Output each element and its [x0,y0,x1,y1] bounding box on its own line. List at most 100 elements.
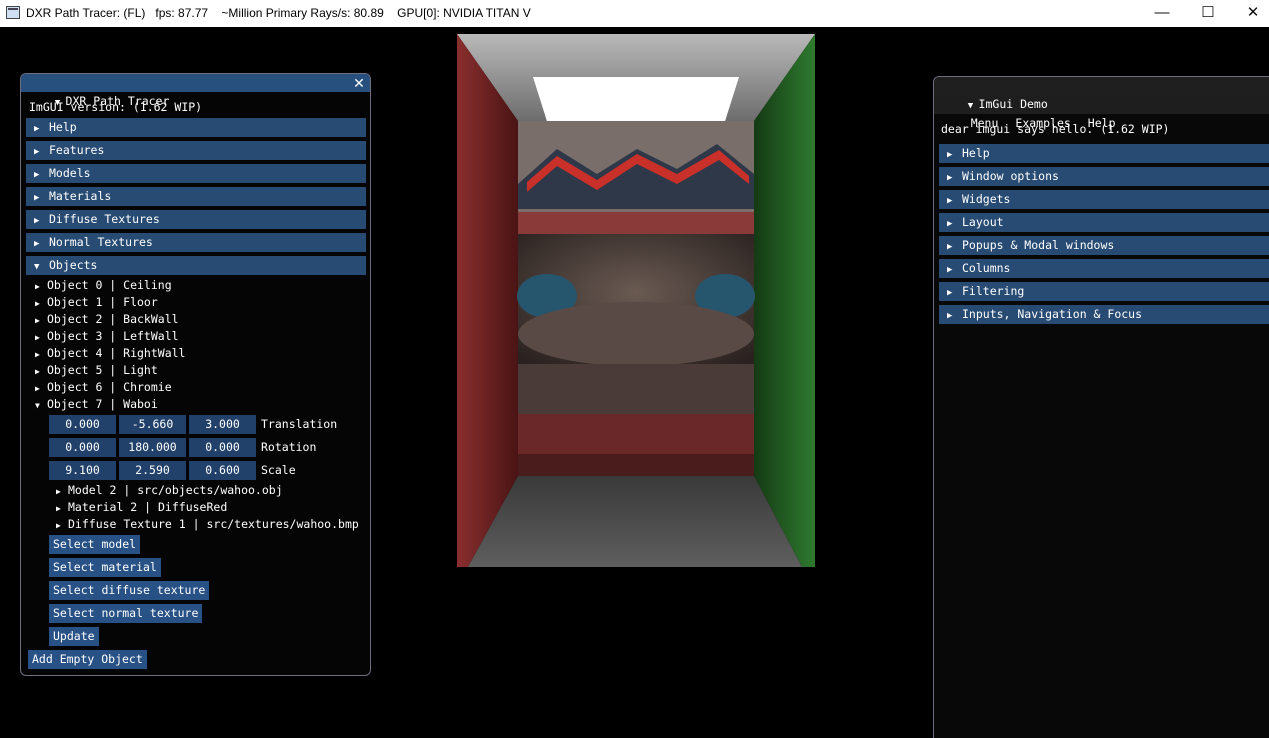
expand-arrow-icon: ▶ [947,288,953,298]
scale-y-field[interactable]: 2.590 [119,461,186,480]
tree-node-label: Object 4 | RightWall [47,346,186,360]
select-material-button[interactable]: Select material [49,558,161,577]
expand-arrow-icon: ▶ [947,150,953,160]
expand-arrow-icon: ▶ [947,242,953,252]
path-tracer-titlebar[interactable]: ▼ DXR Path Tracer [21,74,370,108]
tree-node-label: Object 0 | Ceiling [47,278,172,292]
tree-node-object-1[interactable]: ▶ Object 1 | Floor [35,294,158,312]
translation-x-field[interactable]: 0.000 [49,415,116,434]
header-label: Columns [962,261,1011,275]
header-label: Diffuse Textures [49,212,160,226]
header-normal-textures[interactable]: ▶ Normal Textures [26,233,366,252]
expand-arrow-icon: ▶ [35,384,40,393]
expand-arrow-icon: ▶ [947,173,953,183]
rotation-label: Rotation [261,440,317,454]
tree-node-label: Object 5 | Light [47,363,158,377]
select-diffuse-texture-button[interactable]: Select diffuse texture [49,581,210,600]
demo-header-layout[interactable]: ▶ Layout [939,213,1269,232]
expand-arrow-icon: ▶ [34,239,40,249]
header-label: Widgets [962,192,1011,206]
left-wall [457,34,518,567]
select-model-button[interactable]: Select model [49,535,141,554]
tree-node-label: Object 3 | LeftWall [47,329,179,343]
tree-node-model[interactable]: ▶ Model 2 | src/objects/wahoo.obj [56,482,283,500]
rotation-y-field[interactable]: 180.000 [119,438,186,457]
path-tracer-panel: ▼ DXR Path Tracer ✕ ImGUI version: (1.62… [20,73,371,676]
expand-arrow-icon: ▶ [56,504,61,513]
scale-x-field[interactable]: 9.100 [49,461,116,480]
expand-arrow-icon: ▶ [947,311,953,321]
header-label: Help [962,146,990,160]
tree-node-object-3[interactable]: ▶ Object 3 | LeftWall [35,328,179,346]
close-icon[interactable]: ✕ [352,75,366,93]
app-icon [6,6,20,19]
demo-header-widgets[interactable]: ▶ Widgets [939,190,1269,209]
expand-arrow-icon: ▶ [947,219,953,229]
minimize-button[interactable]: — [1139,0,1185,27]
scale-label: Scale [261,463,296,477]
tree-node-label: Object 1 | Floor [47,295,158,309]
demo-header-window-options[interactable]: ▶ Window options [939,167,1269,186]
expand-arrow-icon: ▶ [34,216,40,226]
header-label: Objects [49,258,98,272]
expand-arrow-icon: ▶ [35,282,40,291]
header-materials[interactable]: ▶ Materials [26,187,366,206]
window-titlebar: DXR Path Tracer: (FL) fps: 87.77 ~Millio… [0,0,1269,27]
header-objects[interactable]: ▼ Objects [26,256,366,275]
tree-node-label: Object 7 | Waboi [47,397,158,411]
expand-arrow-icon: ▶ [35,333,40,342]
expand-arrow-icon: ▶ [34,193,40,203]
header-features[interactable]: ▶ Features [26,141,366,160]
header-label: Materials [49,189,112,203]
tree-node-object-4[interactable]: ▶ Object 4 | RightWall [35,345,185,363]
collapse-arrow-icon: ▼ [34,262,40,272]
tree-node-label: Object 6 | Chromie [47,380,172,394]
rotation-z-field[interactable]: 0.000 [189,438,256,457]
rotation-x-field[interactable]: 0.000 [49,438,116,457]
tree-node-object-5[interactable]: ▶ Object 5 | Light [35,362,158,380]
tree-node-material[interactable]: ▶ Material 2 | DiffuseRed [56,499,227,517]
demo-header-filtering[interactable]: ▶ Filtering [939,282,1269,301]
header-label: Features [49,143,105,157]
maximize-button[interactable]: ☐ [1185,0,1231,27]
demo-titlebar[interactable]: ▼ ImGui Demo [934,77,1269,111]
translation-label: Translation [261,417,338,431]
header-models[interactable]: ▶ Models [26,164,366,183]
header-help[interactable]: ▶ Help [26,118,366,137]
expand-arrow-icon: ▶ [35,350,40,359]
tree-node-diffuse-texture[interactable]: ▶ Diffuse Texture 1 | src/textures/wahoo.… [56,516,359,534]
window-title: DXR Path Tracer: (FL) fps: 87.77 ~Millio… [26,6,531,20]
demo-header-help[interactable]: ▶ Help [939,144,1269,163]
floor [468,476,802,567]
header-label: Models [49,166,91,180]
tree-node-object-0[interactable]: ▶ Object 0 | Ceiling [35,277,172,295]
tree-node-label: Model 2 | src/objects/wahoo.obj [68,483,283,497]
render-viewport [457,34,815,567]
header-diffuse-textures[interactable]: ▶ Diffuse Textures [26,210,366,229]
header-label: Help [49,120,77,134]
translation-z-field[interactable]: 3.000 [189,415,256,434]
tree-node-object-2[interactable]: ▶ Object 2 | BackWall [35,311,179,329]
waboi-model [517,121,755,476]
expand-arrow-icon: ▶ [947,196,953,206]
tree-node-label: Diffuse Texture 1 | src/textures/wahoo.b… [68,517,359,531]
header-label: Popups & Modal windows [962,238,1115,252]
tree-node-object-7[interactable]: ▼ Object 7 | Waboi [35,396,158,414]
add-empty-object-button[interactable]: Add Empty Object [28,650,147,669]
expand-arrow-icon: ▶ [56,487,61,496]
demo-header-inputs[interactable]: ▶ Inputs, Navigation & Focus [939,305,1269,324]
collapse-arrow-icon[interactable]: ▼ [968,101,979,111]
scale-z-field[interactable]: 0.600 [189,461,256,480]
update-button[interactable]: Update [49,627,99,646]
expand-arrow-icon: ▶ [35,367,40,376]
header-label: Filtering [962,284,1025,298]
close-button[interactable]: ✕ [1230,0,1269,27]
tree-node-object-6[interactable]: ▶ Object 6 | Chromie [35,379,172,397]
translation-y-field[interactable]: -5.660 [119,415,186,434]
demo-header-columns[interactable]: ▶ Columns [939,259,1269,278]
tree-node-label: Material 2 | DiffuseRed [68,500,228,514]
select-normal-texture-button[interactable]: Select normal texture [49,604,203,623]
imgui-demo-panel: ▼ ImGui Demo Menu Examples Help dear imgui… [933,76,1269,738]
demo-header-popups[interactable]: ▶ Popups & Modal windows [939,236,1269,255]
header-label: Inputs, Navigation & Focus [962,307,1143,321]
